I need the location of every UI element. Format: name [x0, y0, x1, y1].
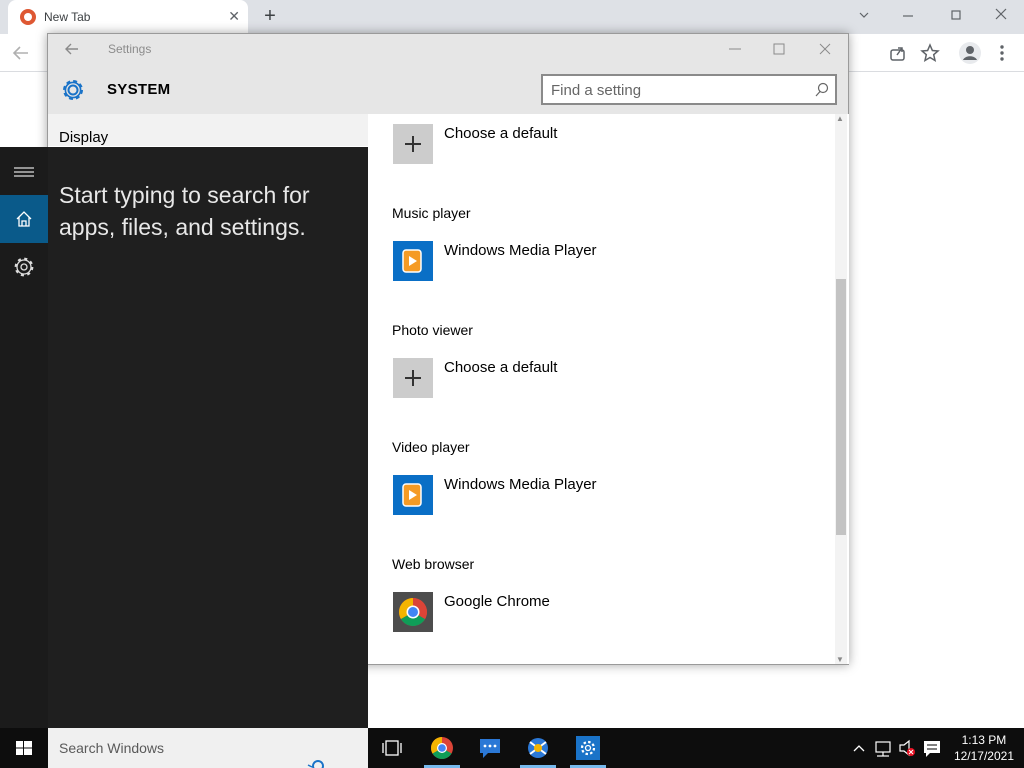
taskbar-chat-button[interactable] — [468, 728, 512, 768]
taskbar-search-box[interactable] — [48, 728, 368, 768]
windows-media-player-icon — [393, 475, 433, 515]
default-app-row[interactable]: Choose a default — [393, 124, 793, 166]
default-app-row[interactable]: Google Chrome — [393, 592, 793, 634]
gear-icon — [14, 257, 34, 277]
default-apps-list: Choose a default Music player Windows Me… — [369, 114, 849, 664]
settings-header: SYSTEM — [48, 64, 848, 114]
page-title: SYSTEM — [107, 81, 171, 98]
section-label-music: Music player — [392, 205, 471, 221]
section-label-browser: Web browser — [392, 556, 475, 572]
find-setting-field[interactable] — [541, 74, 837, 105]
scroll-down-icon[interactable]: ▼ — [836, 655, 844, 664]
chat-icon — [480, 739, 500, 758]
chevron-up-icon — [853, 745, 865, 752]
settings-button[interactable] — [0, 243, 48, 291]
more-menu-icon[interactable] — [996, 43, 1008, 63]
taskbar-settings-button[interactable] — [566, 728, 610, 768]
new-tab-button[interactable]: + — [258, 4, 282, 28]
start-search-panel: Start typing to search for apps, files, … — [48, 147, 368, 728]
minimize-maximize-close-icons[interactable] — [848, 4, 1024, 30]
settings-window-title: Settings — [108, 42, 152, 56]
taskbar: 1:13 PM 12/17/2021 — [0, 728, 1024, 768]
duckduckgo-icon — [20, 9, 36, 25]
default-app-row[interactable]: Windows Media Player — [393, 475, 793, 517]
section-label-photo: Photo viewer — [392, 322, 473, 338]
plus-icon — [393, 124, 433, 164]
app-name: Google Chrome — [444, 593, 550, 610]
nav-item-display[interactable]: Display — [59, 129, 108, 146]
start-search-hint: Start typing to search for apps, files, … — [59, 182, 310, 240]
clock-date: 12/17/2021 — [953, 749, 1014, 763]
window-buttons-icons[interactable] — [726, 42, 846, 56]
search-icon[interactable] — [814, 82, 830, 98]
scroll-up-icon[interactable]: ▲ — [836, 114, 844, 123]
tab-close-button[interactable]: ✕ — [228, 8, 240, 25]
windows-media-player-icon — [393, 241, 433, 281]
gear-icon — [63, 80, 83, 100]
chrome-icon — [431, 737, 453, 759]
home-icon — [16, 211, 32, 227]
taskbar-network-app-button[interactable] — [516, 728, 560, 768]
app-name: Choose a default — [444, 359, 558, 376]
start-rail — [0, 147, 48, 728]
app-name: Choose a default — [444, 125, 558, 142]
clock-time: 1:13 PM — [961, 733, 1007, 747]
app-name: Windows Media Player — [444, 242, 597, 259]
share-icon[interactable] — [888, 43, 908, 63]
profile-avatar-icon[interactable] — [958, 41, 982, 65]
plus-icon — [393, 358, 433, 398]
window-controls — [848, 4, 1024, 30]
app-name: Windows Media Player — [444, 476, 597, 493]
find-setting-input[interactable] — [551, 80, 801, 100]
hamburger-menu-button[interactable] — [0, 147, 48, 195]
browser-tab-title: New Tab — [44, 10, 91, 24]
cortana-icon — [307, 760, 324, 768]
settings-left-nav: Display — [48, 114, 368, 146]
hamburger-icon — [14, 167, 34, 177]
start-button[interactable] — [0, 728, 48, 768]
settings-scrollbar[interactable]: ▲ ▼ — [835, 114, 847, 664]
section-label-video: Video player — [392, 439, 470, 455]
home-button[interactable] — [0, 195, 48, 243]
settings-titlebar: Settings — [48, 34, 848, 64]
task-view-button[interactable] — [370, 728, 414, 768]
bookmark-star-icon[interactable] — [920, 43, 940, 63]
taskbar-search-input[interactable] — [59, 738, 309, 758]
task-view-icon — [382, 740, 402, 756]
default-app-row[interactable]: Choose a default — [393, 358, 793, 400]
scrollbar-thumb[interactable] — [836, 279, 846, 535]
windows-logo-icon — [16, 741, 32, 755]
browser-tab[interactable]: New Tab ✕ — [8, 0, 248, 34]
chrome-icon — [393, 592, 433, 632]
back-arrow-icon[interactable] — [64, 42, 80, 56]
network-app-icon — [528, 738, 548, 758]
default-app-row[interactable]: Windows Media Player — [393, 241, 793, 283]
settings-icon — [576, 736, 600, 760]
taskbar-clock[interactable]: 1:13 PM 12/17/2021 — [954, 732, 1014, 764]
taskbar-chrome-button[interactable] — [420, 728, 464, 768]
back-arrow-icon[interactable] — [10, 43, 32, 63]
system-tray-icons[interactable] — [848, 728, 958, 768]
